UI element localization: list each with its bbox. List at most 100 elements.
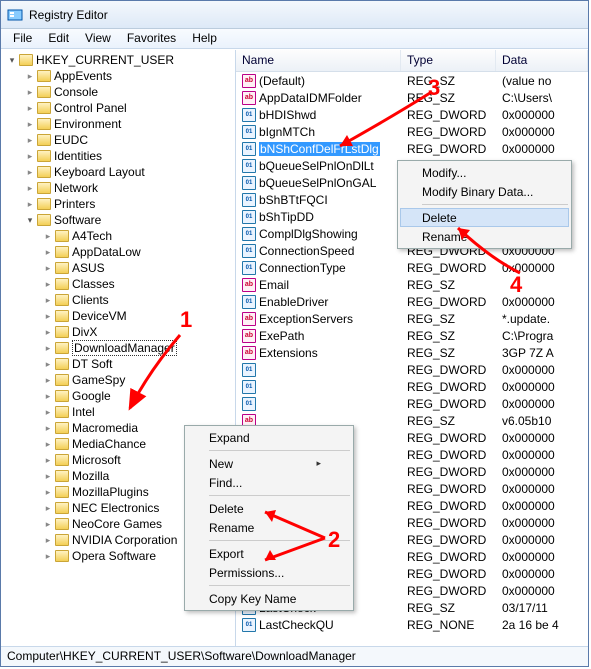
menu-item[interactable]: Delete [400, 208, 569, 227]
tree-item[interactable]: GameSpy [3, 372, 233, 388]
expand-icon[interactable] [43, 295, 53, 305]
value-row[interactable]: REG_DWORD0x000000 [236, 361, 588, 378]
expand-icon[interactable] [7, 55, 17, 65]
col-data[interactable]: Data [496, 50, 588, 71]
tree-item[interactable]: DivX [3, 324, 233, 340]
expand-icon[interactable] [43, 231, 53, 241]
tree-item[interactable]: HKEY_CURRENT_USER [3, 52, 233, 68]
expand-icon[interactable] [43, 311, 53, 321]
menu-favorites[interactable]: Favorites [119, 29, 184, 48]
expand-icon[interactable] [43, 247, 53, 257]
tree-item[interactable]: Network [3, 180, 233, 196]
tree-item[interactable]: DeviceVM [3, 308, 233, 324]
value-row[interactable]: bNShConfDelFrLstDlgREG_DWORD0x000000 [236, 140, 588, 157]
col-name[interactable]: Name [236, 50, 401, 71]
expand-icon[interactable] [43, 455, 53, 465]
menu-file[interactable]: File [5, 29, 40, 48]
value-row[interactable]: AppDataIDMFolderREG_SZC:\Users\ [236, 89, 588, 106]
value-row[interactable]: ExtensionsREG_SZ3GP 7Z A [236, 344, 588, 361]
value-row[interactable]: ConnectionTypeREG_DWORD0x000000 [236, 259, 588, 276]
expand-icon[interactable] [25, 71, 35, 81]
expand-icon[interactable] [43, 535, 53, 545]
expand-icon[interactable] [43, 327, 53, 337]
value-row[interactable]: (Default)REG_SZ(value no [236, 72, 588, 89]
folder-icon [55, 326, 69, 338]
tree-item[interactable]: Printers [3, 196, 233, 212]
value-context-menu[interactable]: Modify...Modify Binary Data... DeleteRena… [397, 160, 572, 249]
tree-item[interactable]: Control Panel [3, 100, 233, 116]
value-row[interactable]: bHDIShwdREG_DWORD0x000000 [236, 106, 588, 123]
value-row[interactable]: EmailREG_SZ [236, 276, 588, 293]
expand-icon[interactable] [43, 471, 53, 481]
value-row[interactable]: ExceptionServersREG_SZ*.update. [236, 310, 588, 327]
menu-edit[interactable]: Edit [40, 29, 77, 48]
expand-icon[interactable] [43, 439, 53, 449]
menu-item[interactable]: New [187, 454, 351, 473]
menu-item[interactable]: Modify... [400, 163, 569, 182]
value-row[interactable]: ExePathREG_SZC:\Progra [236, 327, 588, 344]
tree-label: Intel [72, 405, 95, 419]
value-row[interactable]: LastCheckQUREG_NONE2a 16 be 4 [236, 616, 588, 633]
tree-item[interactable]: Environment [3, 116, 233, 132]
menu-item[interactable]: Modify Binary Data... [400, 182, 569, 201]
expand-icon[interactable] [25, 215, 35, 225]
menu-item[interactable]: Export [187, 544, 351, 563]
expand-icon[interactable] [43, 503, 53, 513]
tree-item[interactable]: ASUS [3, 260, 233, 276]
expand-icon[interactable] [43, 487, 53, 497]
value-type: REG_DWORD [401, 397, 496, 411]
menu-item[interactable]: Delete [187, 499, 351, 518]
expand-icon[interactable] [43, 263, 53, 273]
expand-icon[interactable] [43, 279, 53, 289]
menu-view[interactable]: View [77, 29, 119, 48]
tree-item[interactable]: Google [3, 388, 233, 404]
tree-item[interactable]: A4Tech [3, 228, 233, 244]
menu-item[interactable]: Rename [400, 227, 569, 246]
tree-item[interactable]: Identities [3, 148, 233, 164]
menu-help[interactable]: Help [184, 29, 225, 48]
expand-icon[interactable] [43, 423, 53, 433]
expand-icon[interactable] [25, 103, 35, 113]
expand-icon[interactable] [43, 407, 53, 417]
tree-item[interactable]: DownloadManager [3, 340, 233, 356]
expand-icon[interactable] [25, 119, 35, 129]
expand-icon[interactable] [25, 183, 35, 193]
expand-icon[interactable] [25, 167, 35, 177]
menu-item[interactable]: Expand [187, 428, 351, 447]
menu-item[interactable]: Permissions... [187, 563, 351, 582]
expand-icon[interactable] [43, 551, 53, 561]
tree-item[interactable]: AppDataLow [3, 244, 233, 260]
tree-item[interactable]: Keyboard Layout [3, 164, 233, 180]
expand-icon[interactable] [43, 343, 53, 353]
value-type: REG_DWORD [401, 295, 496, 309]
value-row[interactable]: bIgnMTChREG_DWORD0x000000 [236, 123, 588, 140]
titlebar[interactable]: Registry Editor [1, 1, 588, 29]
expand-icon[interactable] [25, 87, 35, 97]
tree-item[interactable]: Clients [3, 292, 233, 308]
list-header[interactable]: Name Type Data [236, 50, 588, 72]
expand-icon[interactable] [43, 359, 53, 369]
tree-item[interactable]: DT Soft [3, 356, 233, 372]
expand-icon[interactable] [25, 135, 35, 145]
folder-icon [55, 262, 69, 274]
col-type[interactable]: Type [401, 50, 496, 71]
tree-item[interactable]: AppEvents [3, 68, 233, 84]
expand-icon[interactable] [43, 375, 53, 385]
tree-item[interactable]: Console [3, 84, 233, 100]
tree-item[interactable]: Intel [3, 404, 233, 420]
tree-item[interactable]: EUDC [3, 132, 233, 148]
expand-icon[interactable] [43, 519, 53, 529]
tree-context-menu[interactable]: Expand NewFind... DeleteRename ExportPermis… [184, 425, 354, 611]
tree-item[interactable]: Classes [3, 276, 233, 292]
value-row[interactable]: REG_DWORD0x000000 [236, 378, 588, 395]
value-row[interactable]: REG_DWORD0x000000 [236, 395, 588, 412]
value-row[interactable]: EnableDriverREG_DWORD0x000000 [236, 293, 588, 310]
expand-icon[interactable] [25, 199, 35, 209]
menu-item[interactable]: Find... [187, 473, 351, 492]
tree-item[interactable]: Software [3, 212, 233, 228]
expand-icon[interactable] [25, 151, 35, 161]
menu-item[interactable]: Copy Key Name [187, 589, 351, 608]
dword-value-icon [242, 363, 256, 377]
menu-item[interactable]: Rename [187, 518, 351, 537]
expand-icon[interactable] [43, 391, 53, 401]
